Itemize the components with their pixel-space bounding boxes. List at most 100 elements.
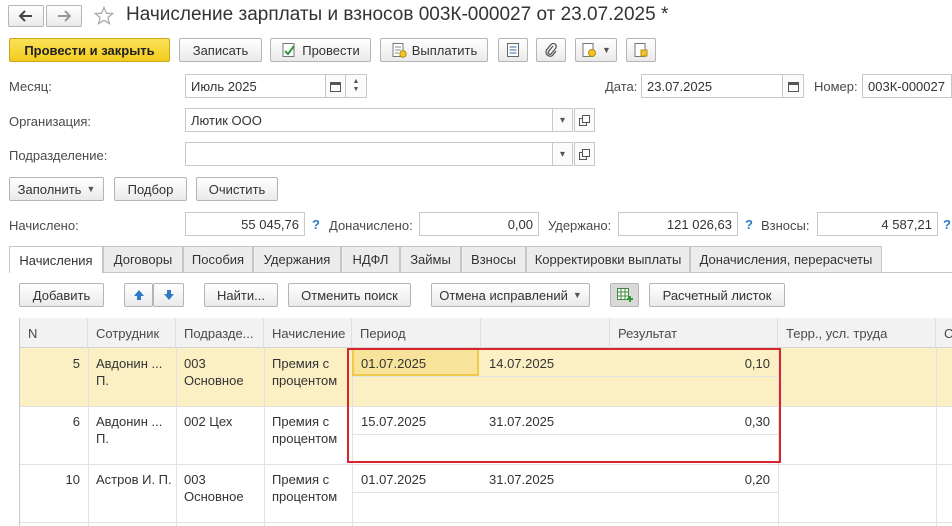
accrued-label: Начислено: [9, 218, 79, 233]
withheld-label: Удержано: [548, 218, 612, 233]
tab-benefits[interactable]: Пособия [183, 246, 253, 272]
favorite-star-icon[interactable] [92, 4, 116, 28]
column-header-result[interactable]: Результат [610, 318, 778, 348]
attach-button[interactable] [536, 38, 566, 62]
highlight-annotation-frame [347, 348, 781, 463]
paperclip-icon [545, 42, 557, 57]
dropdown-caret-icon: ▼ [86, 184, 96, 194]
organization-dropdown-button[interactable]: ▾ [552, 108, 573, 132]
row-period-end: 31.07.2025 [489, 472, 555, 487]
date-label: Дата: [605, 79, 638, 94]
column-header-employee[interactable]: Сотрудник [88, 318, 176, 348]
back-button[interactable] [8, 5, 44, 27]
column-header-department[interactable]: Подразде... [176, 318, 264, 348]
date-calendar-button[interactable] [782, 74, 804, 98]
column-header-more[interactable]: С [936, 318, 952, 348]
tab-accruals[interactable]: Начисления [9, 246, 103, 273]
column-header-period-end[interactable] [481, 318, 610, 348]
contributions-help-icon[interactable]: ? [943, 217, 951, 232]
create-based-on-button[interactable]: ▼ [575, 38, 617, 62]
forward-button[interactable] [46, 5, 82, 27]
list-icon [507, 43, 519, 57]
dropdown-caret-icon: ▾ [559, 148, 566, 160]
department-label: Подразделение: [9, 148, 108, 163]
payment-document-icon [392, 43, 407, 58]
post-and-close-button[interactable]: Провести и закрыть [9, 38, 170, 62]
row-divider [20, 522, 952, 523]
post-button-label: Провести [302, 42, 360, 58]
month-field[interactable]: Июль 2025 [185, 74, 326, 98]
extra-accrued-field: 0,00 [419, 212, 539, 236]
column-header-n[interactable]: N [20, 318, 88, 348]
spin-down-icon: ▼ [352, 86, 360, 93]
move-up-button[interactable] [124, 283, 153, 307]
organization-label: Организация: [9, 114, 92, 129]
report-document-icon [634, 43, 648, 57]
column-header-territory[interactable]: Терр., усл. труда [778, 318, 936, 348]
extra-accrued-label: Доначислено: [329, 218, 413, 233]
number-field[interactable]: 003К-000027 [862, 74, 952, 98]
post-document-icon [282, 43, 296, 57]
tab-deductions[interactable]: Удержания [253, 246, 341, 272]
fill-button-label: Заполнить [17, 181, 82, 197]
find-button[interactable]: Найти... [204, 283, 278, 307]
department-open-button[interactable] [574, 142, 595, 166]
arrow-right-icon [58, 10, 71, 22]
table-grid-icon [616, 288, 633, 302]
tab-contributions[interactable]: Взносы [461, 246, 526, 272]
month-spin-button[interactable]: ▲ ▼ [345, 74, 367, 98]
open-form-icon [579, 114, 590, 126]
dropdown-caret-icon: ▼ [602, 45, 611, 55]
save-button[interactable]: Записать [179, 38, 262, 62]
row-department: 003 Основное [184, 472, 244, 504]
row-number: 6 [72, 414, 80, 429]
column-header-accrual[interactable]: Начисление [264, 318, 352, 348]
journal-button[interactable] [498, 38, 528, 62]
pay-button[interactable]: Выплатить [380, 38, 488, 62]
tabs-divider [9, 272, 952, 273]
payslip-button[interactable]: Расчетный листок [649, 283, 785, 307]
tab-recalculations[interactable]: Доначисления, перерасчеты [690, 246, 882, 272]
row-result: 0,20 [744, 472, 770, 487]
month-calendar-button[interactable] [325, 74, 346, 98]
arrow-left-icon [19, 10, 32, 22]
row-number: 10 [65, 472, 80, 487]
row-employee: Астров И. П. [96, 472, 172, 487]
column-header-period[interactable]: Период [352, 318, 481, 348]
create-based-document-icon [582, 43, 597, 57]
open-form-icon [579, 148, 590, 160]
add-row-button[interactable]: Добавить [19, 283, 104, 307]
organization-field[interactable]: Лютик ООО [185, 108, 553, 132]
tab-loans[interactable]: Займы [400, 246, 461, 272]
accrued-help-icon[interactable]: ? [312, 217, 320, 232]
row-accrual: Премия с процентом [272, 414, 338, 446]
report-button[interactable] [626, 38, 656, 62]
undo-corrections-button[interactable]: Отмена исправлений ▼ [431, 283, 590, 307]
spin-up-icon: ▲ [352, 78, 360, 85]
tab-contracts[interactable]: Договоры [103, 246, 183, 272]
accrued-field: 55 045,76 [185, 212, 305, 236]
cancel-search-button[interactable]: Отменить поиск [288, 283, 411, 307]
department-dropdown-button[interactable]: ▾ [552, 142, 573, 166]
select-button[interactable]: Подбор [114, 177, 187, 201]
department-field[interactable] [185, 142, 553, 166]
clear-button[interactable]: Очистить [196, 177, 278, 201]
tab-payment-corrections[interactable]: Корректировки выплаты [526, 246, 690, 272]
dropdown-caret-icon: ▾ [559, 114, 566, 126]
withheld-help-icon[interactable]: ? [745, 217, 753, 232]
fill-button[interactable]: Заполнить ▼ [9, 177, 104, 201]
grid-mode-button[interactable] [610, 283, 639, 307]
row-period-start: 01.07.2025 [361, 472, 427, 487]
post-button[interactable]: Провести [270, 38, 371, 62]
row-department: 002 Цех [184, 414, 233, 429]
row-employee: Авдонин ... П. [96, 414, 163, 446]
row-number: 5 [72, 356, 80, 371]
month-label: Месяц: [9, 79, 52, 94]
tab-ndfl[interactable]: НДФЛ [341, 246, 400, 272]
page-title: Начисление зарплаты и взносов 003К-00002… [126, 4, 669, 25]
contributions-label: Взносы: [761, 218, 810, 233]
dropdown-caret-icon: ▼ [572, 290, 582, 300]
date-field[interactable]: 23.07.2025 [641, 74, 783, 98]
move-down-button[interactable] [153, 283, 184, 307]
organization-open-button[interactable] [574, 108, 595, 132]
